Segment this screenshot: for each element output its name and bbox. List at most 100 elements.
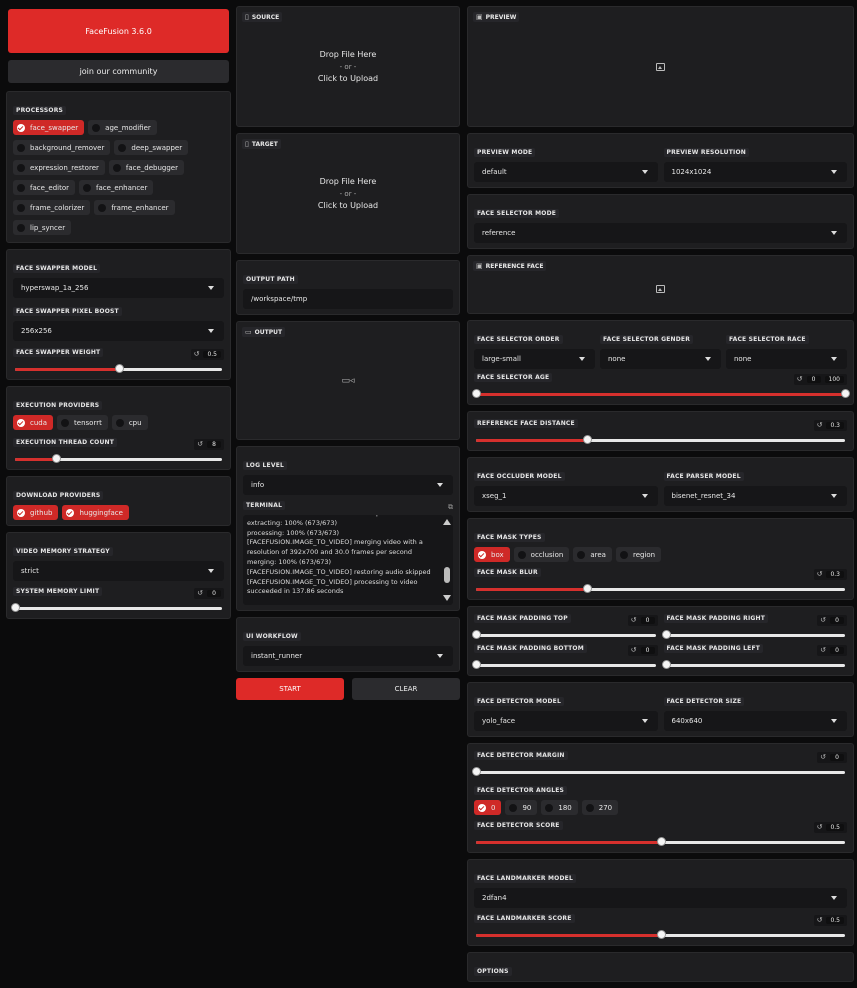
face-selector-age-slider[interactable] [472,389,850,399]
face-detector-score-input[interactable]: ↺ 0.5 [813,821,847,833]
padding-bottom-slider[interactable] [472,660,656,670]
scrollbar-thumb[interactable] [444,567,450,583]
preview-resolution-dropdown[interactable]: 1024x1024 [663,162,847,182]
padding-right-input[interactable]: ↺ 0 [817,614,847,626]
memory-limit-input[interactable]: ↺ 0 [194,587,224,599]
target-upload-area[interactable]: Drop File Here - or - Click to Upload [243,139,453,248]
slider-thumb[interactable] [661,660,671,669]
log-level-dropdown[interactable]: info [243,475,453,495]
community-button[interactable]: join our community [8,60,229,83]
slider-thumb[interactable] [11,603,20,612]
slider-thumb[interactable] [582,435,592,444]
face-landmarker-score-input[interactable]: ↺ 0.5 [813,914,847,926]
face-detector-model-dropdown[interactable]: yolo_face [474,711,658,731]
angle-180-checkbox[interactable]: 180 [541,800,578,815]
slider-thumb[interactable] [472,767,481,776]
padding-bottom-input[interactable]: ↺ 0 [627,644,658,656]
reset-icon[interactable]: ↺ [631,646,637,654]
slider-thumb-min[interactable] [472,389,481,398]
reset-icon[interactable]: ↺ [797,375,803,383]
reference-face-distance-slider[interactable] [476,435,845,445]
pixel-boost-dropdown[interactable]: 256x256 [13,321,224,341]
reset-icon[interactable]: ↺ [817,421,823,429]
processor-frame-colorizer-checkbox[interactable]: frame_colorizer [13,200,91,215]
memory-strategy-dropdown[interactable]: strict [13,561,224,581]
execution-provider-cuda-checkbox[interactable]: cuda [13,415,54,430]
padding-left-input[interactable]: ↺ 0 [817,644,847,656]
output-path-input[interactable]: /workspace/tmp [243,289,453,309]
slider-thumb[interactable] [656,930,666,939]
processor-lip-syncer-checkbox[interactable]: lip_syncer [13,220,72,235]
face-selector-mode-dropdown[interactable]: reference [474,223,847,243]
execution-provider-cpu-checkbox[interactable]: cpu [111,415,148,430]
thread-count-slider[interactable] [15,454,222,464]
download-provider-huggingface-checkbox[interactable]: huggingface [62,505,129,520]
thread-count-input[interactable]: ↺ 8 [194,438,224,450]
face-detector-size-dropdown[interactable]: 640x640 [663,711,847,731]
mask-type-occlusion-checkbox[interactable]: occlusion [513,547,570,562]
processor-face-enhancer-checkbox[interactable]: face_enhancer [79,180,154,195]
app-title-button[interactable]: FaceFusion 3.6.0 [8,9,229,53]
face-selector-race-dropdown[interactable]: none [726,349,847,369]
memory-limit-slider[interactable] [11,603,222,613]
face-parser-model-dropdown[interactable]: bisenet_resnet_34 [663,486,847,506]
processor-expression-restorer-checkbox[interactable]: expression_restorer [13,160,105,175]
face-selector-order-dropdown[interactable]: large-small [474,349,595,369]
face-selector-gender-dropdown[interactable]: none [600,349,721,369]
reset-icon[interactable]: ↺ [817,823,823,831]
processor-deep-swapper-checkbox[interactable]: deep_swapper [114,140,189,155]
slider-thumb[interactable] [472,660,481,669]
scroll-up-icon[interactable] [443,519,451,525]
reset-icon[interactable]: ↺ [817,570,823,578]
slider-thumb[interactable] [472,630,481,639]
mask-type-area-checkbox[interactable]: area [573,547,612,562]
processor-face-debugger-checkbox[interactable]: face_debugger [108,160,184,175]
angle-0-checkbox[interactable]: 0 [474,800,502,815]
face-detector-margin-slider[interactable] [472,767,845,777]
face-landmarker-score-slider[interactable] [476,930,845,940]
padding-top-slider[interactable] [472,630,656,640]
slider-thumb[interactable] [114,364,124,373]
face-swapper-model-dropdown[interactable]: hyperswap_1a_256 [13,278,224,298]
ui-workflow-dropdown[interactable]: instant_runner [243,646,453,666]
face-detector-margin-input[interactable]: ↺ 0 [817,751,847,763]
reset-icon[interactable]: ↺ [820,753,826,761]
processor-face-editor-checkbox[interactable]: face_editor [13,180,76,195]
mask-type-box-checkbox[interactable]: box [474,547,510,562]
reset-icon[interactable]: ↺ [197,589,203,597]
reset-icon[interactable]: ↺ [631,616,637,624]
slider-thumb[interactable] [52,454,62,463]
mask-type-region-checkbox[interactable]: region [615,547,662,562]
clear-button[interactable]: CLEAR [352,678,460,700]
preview-mode-dropdown[interactable]: default [474,162,658,182]
face-landmarker-model-dropdown[interactable]: 2dfan4 [474,888,847,908]
slider-thumb-max[interactable] [841,389,850,398]
reset-icon[interactable]: ↺ [820,646,826,654]
reset-icon[interactable]: ↺ [817,916,823,924]
terminal-output[interactable]: resolution of 392x700 and 30.0 frames pe… [243,515,453,605]
padding-right-slider[interactable] [661,630,845,640]
source-upload-area[interactable]: Drop File Here - or - Click to Upload [243,12,453,121]
angle-90-checkbox[interactable]: 90 [505,800,538,815]
angle-270-checkbox[interactable]: 270 [581,800,619,815]
slider-thumb[interactable] [661,630,671,639]
face-detector-score-slider[interactable] [476,837,845,847]
swapper-weight-input[interactable]: ↺ 0.5 [190,348,224,360]
face-mask-blur-slider[interactable] [476,584,845,594]
scroll-down-icon[interactable] [443,595,451,601]
padding-left-slider[interactable] [661,660,845,670]
swapper-weight-slider[interactable] [15,364,222,374]
slider-thumb[interactable] [656,837,666,846]
reference-face-distance-input[interactable]: ↺ 0.3 [813,419,847,431]
processor-face-swapper-checkbox[interactable]: face_swapper [13,120,85,135]
execution-provider-tensorrt-checkbox[interactable]: tensorrt [57,415,108,430]
download-provider-github-checkbox[interactable]: github [13,505,59,520]
processor-background-remover-checkbox[interactable]: background_remover [13,140,111,155]
processor-age-modifier-checkbox[interactable]: age_modifier [88,120,157,135]
face-selector-age-input[interactable]: ↺ 0 100 [793,373,847,385]
reset-icon[interactable]: ↺ [820,616,826,624]
start-button[interactable]: START [236,678,344,700]
processor-frame-enhancer-checkbox[interactable]: frame_enhancer [94,200,175,215]
face-occluder-model-dropdown[interactable]: xseg_1 [474,486,658,506]
padding-top-input[interactable]: ↺ 0 [627,614,658,626]
